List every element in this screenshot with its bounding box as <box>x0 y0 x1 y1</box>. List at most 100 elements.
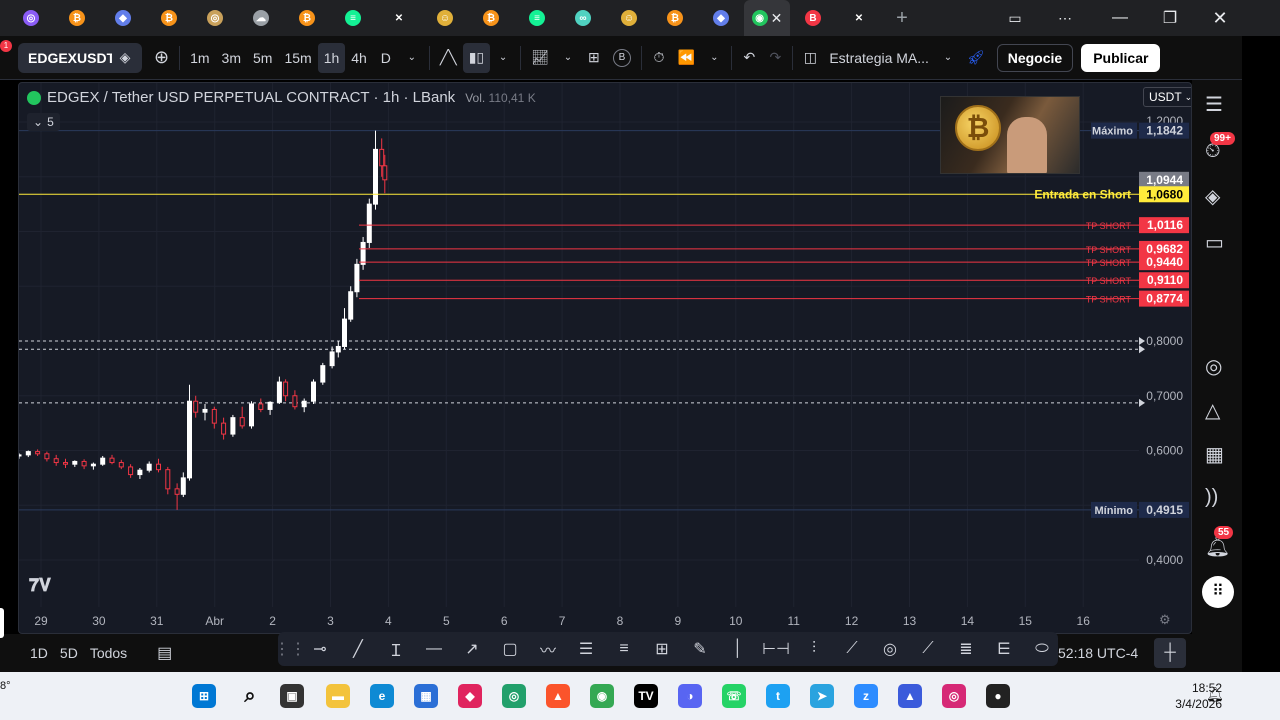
browser-tab[interactable]: ☁ <box>238 0 284 36</box>
app-red-icon[interactable]: ◆ <box>458 684 482 708</box>
hide-toolbar-icon[interactable]: ⬭ <box>1028 637 1056 661</box>
path-icon[interactable]: 〰 <box>534 637 562 661</box>
indicators-icon[interactable]: 📈︎ <box>525 43 555 73</box>
range-todos[interactable]: Todos <box>90 645 127 661</box>
new-tab-button[interactable]: + <box>882 7 922 30</box>
chevron-down-icon[interactable]: ⌄ <box>701 43 727 73</box>
currency-selector[interactable]: USDT ⌄ <box>1143 87 1191 107</box>
browser-tab[interactable]: ◎ <box>192 0 238 36</box>
horizontal-ray-icon[interactable]: ⊸ <box>306 637 334 661</box>
chevron-down-icon[interactable]: ⌄ <box>935 43 961 73</box>
whatsapp-icon[interactable]: ☏ <box>722 684 746 708</box>
layout-icon[interactable]: ⊞ <box>581 43 607 73</box>
rectangle-icon[interactable]: ▢ <box>496 637 524 661</box>
indicators-toggle[interactable]: ⌄ 5 <box>27 113 60 131</box>
vertical-line-icon[interactable]: │ <box>724 637 752 661</box>
chevron-down-icon[interactable]: ⌄ <box>555 43 581 73</box>
notification-center-icon[interactable]: 🔔︎ <box>1206 686 1224 703</box>
task-view-icon[interactable]: ▣ <box>280 684 304 708</box>
date-range-icon[interactable]: ▤ <box>157 643 172 663</box>
trend-line-icon[interactable]: ╱ <box>344 637 372 661</box>
browser-tab[interactable]: B <box>790 0 836 36</box>
arrow-line-icon[interactable]: ↗ <box>458 637 486 661</box>
browser-tab[interactable]: ₿ <box>284 0 330 36</box>
candles-icon[interactable]: ▮▯ <box>462 42 491 73</box>
publish-button[interactable]: Publicar <box>1081 43 1161 72</box>
range-1d[interactable]: 1D <box>30 645 48 661</box>
interval-4h[interactable]: 4h <box>345 43 373 73</box>
crosshair-icon[interactable]: ┼ <box>1154 638 1186 668</box>
broadcast-icon[interactable]: )) <box>1205 486 1229 510</box>
redo-icon[interactable]: ↷ <box>762 43 788 73</box>
interval-D[interactable]: D <box>373 43 399 73</box>
browser-tab[interactable]: ₿ <box>54 0 100 36</box>
rocket-icon[interactable]: 🚀︎ <box>961 43 991 73</box>
cast-icon[interactable]: ▭ <box>1000 10 1030 27</box>
chevron-down-icon[interactable]: ⌄ <box>399 43 425 73</box>
chevron-down-icon[interactable]: ⌄ <box>490 43 516 73</box>
store-icon[interactable]: ▦ <box>414 684 438 708</box>
fib-fan-icon[interactable]: ⋿ <box>990 637 1018 661</box>
range-5d[interactable]: 5D <box>60 645 78 661</box>
brave-icon[interactable]: ▲ <box>546 684 570 708</box>
horizontal-line-icon[interactable]: — <box>420 637 448 661</box>
edge-icon[interactable]: e <box>370 684 394 708</box>
settings-gear-icon[interactable]: ⚙ <box>1159 612 1171 628</box>
minimize-icon[interactable]: — <box>1100 9 1140 27</box>
calendar-icon[interactable]: ▦ <box>1205 442 1229 466</box>
interval-1m[interactable]: 1m <box>184 43 215 73</box>
ray-icon[interactable]: ⟋ <box>838 637 866 661</box>
layers-icon[interactable]: ◈ <box>1205 184 1229 208</box>
undo-icon[interactable]: ↶ <box>736 43 762 73</box>
line-chart-icon[interactable]: ╱╲ <box>434 43 463 73</box>
weather-text[interactable]: 8° <box>0 680 11 692</box>
browser-tab[interactable]: ₿ <box>146 0 192 36</box>
grid-tool-icon[interactable]: ⊞ <box>648 637 676 661</box>
extended-line-icon[interactable]: ⟋ <box>914 637 942 661</box>
trade-button[interactable]: Negocie <box>996 43 1074 72</box>
chat-icon[interactable]: ▭ <box>1205 230 1229 254</box>
date-range-tool-icon[interactable]: ⊢⊣ <box>762 637 790 661</box>
fib-retracement-icon[interactable]: ≡ <box>610 637 638 661</box>
browser-tab[interactable]: ◆ <box>100 0 146 36</box>
browser-tab[interactable]: ◉ ✕ <box>744 0 790 36</box>
browser-tab[interactable]: ∞ <box>560 0 606 36</box>
text-tool-icon[interactable]: Ｉ <box>382 637 410 661</box>
browser-tab[interactable]: ☺ <box>606 0 652 36</box>
browser-tab[interactable]: ₿ <box>468 0 514 36</box>
restore-icon[interactable]: ❐ <box>1140 8 1200 28</box>
close-tab-icon[interactable]: ✕ <box>771 10 783 27</box>
add-symbol-icon[interactable]: ⊕ <box>148 43 175 73</box>
browser-tab[interactable]: ◎ <box>8 0 54 36</box>
discord-icon[interactable]: ◑ <box>678 684 702 708</box>
file-explorer-icon[interactable]: ▬ <box>326 684 350 708</box>
browser-tab[interactable]: ✕ <box>376 0 422 36</box>
interval-1h[interactable]: 1h <box>317 42 346 73</box>
strategy-name[interactable]: Estrategia MA... <box>823 43 935 73</box>
target-icon[interactable]: ◎ <box>1205 354 1229 378</box>
browser-tab[interactable]: ₿ <box>652 0 698 36</box>
alert-icon[interactable]: ⏱ <box>646 43 672 73</box>
zoom-icon[interactable]: z <box>854 684 878 708</box>
drag-handle-icon[interactable]: ⋮⋮ <box>274 637 306 661</box>
browser-tab[interactable]: ≡ <box>330 0 376 36</box>
interval-3m[interactable]: 3m <box>216 43 247 73</box>
circle-tool-icon[interactable]: ◎ <box>876 637 904 661</box>
utc-time[interactable]: 52:18 UTC-4 <box>1058 645 1138 661</box>
more-icon[interactable]: ⋯ <box>1030 10 1100 27</box>
tradingview-icon[interactable]: TV <box>634 684 658 708</box>
diamond-icon[interactable]: ◈ <box>112 43 138 73</box>
layout-panel-icon[interactable]: ◫ <box>797 43 823 73</box>
instagram-icon[interactable]: ◎ <box>942 684 966 708</box>
windows-start-icon[interactable]: ⊞ <box>192 684 216 708</box>
app-green-icon[interactable]: ◎ <box>502 684 526 708</box>
browser-tab[interactable]: ◆ <box>698 0 744 36</box>
interval-15m[interactable]: 15m <box>278 43 317 73</box>
interval-5m[interactable]: 5m <box>247 43 278 73</box>
apps-grid-icon[interactable]: ⠿ <box>1202 576 1234 608</box>
browser-tab[interactable]: ☺ <box>422 0 468 36</box>
telegram-icon[interactable]: ➤ <box>810 684 834 708</box>
browser-tab[interactable]: ≡ <box>514 0 560 36</box>
brush-icon[interactable]: ✎ <box>686 637 714 661</box>
fib-extension-icon[interactable]: ≣ <box>952 637 980 661</box>
